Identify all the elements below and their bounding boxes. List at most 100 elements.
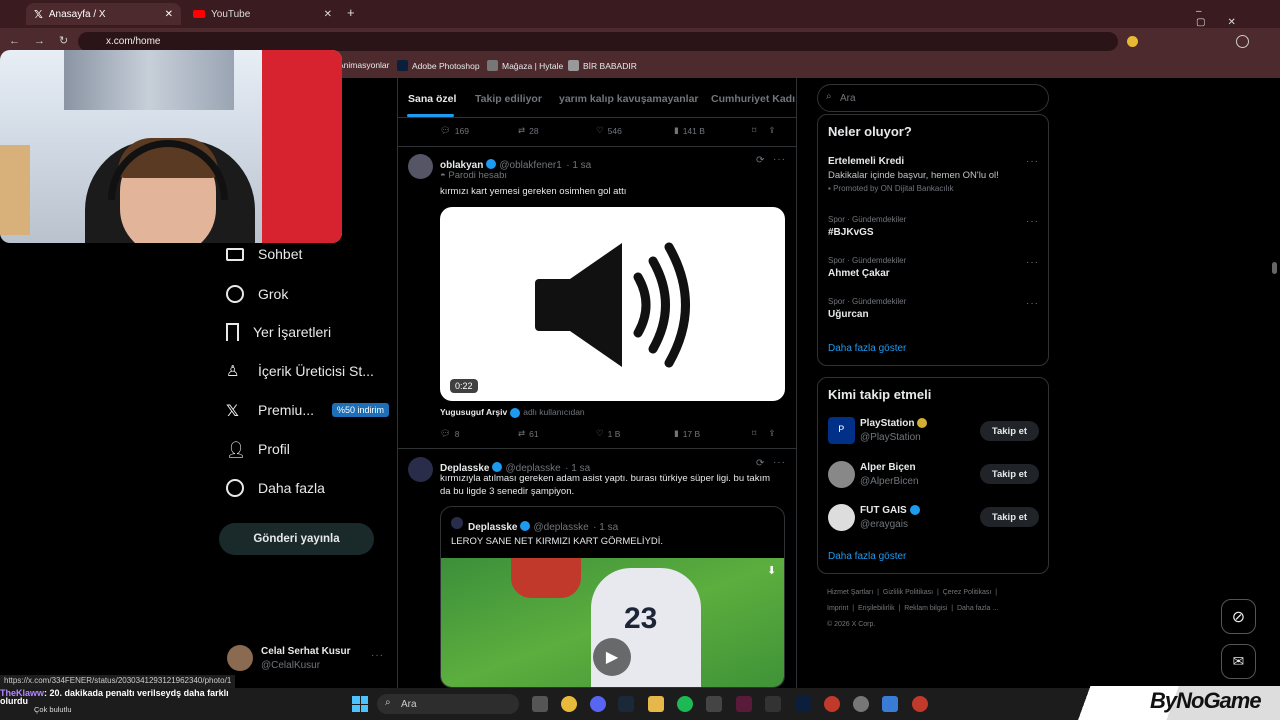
nav-grok[interactable]: Grok <box>226 285 288 303</box>
account-name[interactable]: Celal Serhat Kusur <box>261 646 350 657</box>
grok-icon[interactable]: ⟳ <box>756 458 765 469</box>
footer-link[interactable]: Imprint <box>827 605 848 612</box>
tab-list[interactable]: yarım kalıp kavuşamayanlar <box>559 93 699 105</box>
footer-link[interactable]: Reklam bilgisi <box>904 605 947 612</box>
video-thumbnail[interactable]: 23 ▶ ⬇ <box>441 558 784 687</box>
grok-icon[interactable]: ⟳ <box>756 155 765 166</box>
follow-suggestion[interactable]: Alper Biçen @AlperBicen <box>860 462 919 487</box>
like-button[interactable]: ♡ 1 B <box>596 428 674 439</box>
bookmark-animasyonlar[interactable]: Animasyonlar <box>338 60 390 70</box>
bookmark-hytale[interactable]: Mağaza | Hytale <box>487 60 563 71</box>
views-button[interactable]: ▮ 141 B <box>674 125 752 136</box>
share-icon[interactable]: ⇪ <box>768 428 775 439</box>
avatar[interactable] <box>227 645 253 671</box>
avatar[interactable] <box>828 461 855 488</box>
steam-icon[interactable] <box>618 696 634 712</box>
avatar[interactable] <box>408 154 433 179</box>
follow-button[interactable]: Takip et <box>980 464 1039 484</box>
tab-following[interactable]: Takip ediliyor <box>475 93 542 105</box>
reply-button[interactable]: 💬︎ 8 <box>440 428 518 439</box>
folder-icon[interactable] <box>648 696 664 712</box>
avatar[interactable] <box>408 457 433 482</box>
opera-icon[interactable] <box>912 696 928 712</box>
follow-button[interactable]: Takip et <box>980 421 1039 441</box>
close-icon[interactable]: ✕ <box>165 9 173 20</box>
task-view-icon[interactable] <box>532 696 548 712</box>
trend-more-icon[interactable]: ··· <box>1026 298 1039 309</box>
repost-button[interactable]: ⇄ 61 <box>518 428 596 439</box>
source-user[interactable]: Yugusuguf Arşiv <box>440 407 507 417</box>
trend-more-icon[interactable]: ··· <box>1026 156 1039 167</box>
trend-item[interactable]: Spor · Gündemdekiler Ahmet Çakar <box>828 256 906 279</box>
new-tab-button[interactable]: + <box>347 5 355 20</box>
nav-buttons[interactable]: ←→↻ <box>9 34 82 47</box>
views-button[interactable]: ▮ 17 B <box>674 428 752 439</box>
record-icon[interactable] <box>824 696 840 712</box>
chrome-icon[interactable] <box>561 696 577 712</box>
reply-button[interactable]: 💬︎ 169 <box>440 125 518 136</box>
grok-float-button[interactable]: ⊘ <box>1221 599 1256 634</box>
repost-button[interactable]: ⇄ 28 <box>518 125 596 136</box>
app-icon[interactable] <box>736 696 752 712</box>
scrollbar-thumb[interactable] <box>1272 262 1277 274</box>
avatar[interactable] <box>828 504 855 531</box>
show-more-follow[interactable]: Daha fazla göster <box>828 551 906 562</box>
trend-more-icon[interactable]: ··· <box>1026 257 1039 268</box>
windows-start-icon[interactable] <box>352 696 368 712</box>
app-icon[interactable] <box>882 696 898 712</box>
bookmark-photoshop[interactable]: Adobe Photoshop <box>397 60 480 71</box>
show-more-trends[interactable]: Daha fazla göster <box>828 343 906 354</box>
share-icon[interactable]: ⇪ <box>768 125 775 136</box>
trend-item[interactable]: Ertelemeli Kredi Dakikalar içinde başvur… <box>828 156 999 193</box>
footer-link[interactable]: Daha fazla ... <box>957 605 998 612</box>
trend-item[interactable]: Spor · Gündemdekiler #BJKvGS <box>828 215 906 238</box>
bookmark-icon[interactable]: ⌑ <box>752 125 756 136</box>
follow-button[interactable]: Takip et <box>980 507 1039 527</box>
video-player[interactable]: 0:22 <box>440 207 785 401</box>
extension-icon[interactable] <box>1127 36 1138 47</box>
footer-link[interactable]: Hizmet Şartları <box>827 589 873 596</box>
nav-profile[interactable]: 👤︎ Profil <box>226 440 290 459</box>
bookmark-bir-babadir[interactable]: BİR BABADIR <box>568 60 637 71</box>
post-more-icon[interactable]: ··· <box>773 154 786 165</box>
epic-games-icon[interactable] <box>765 696 781 712</box>
tab-cumhuriyet[interactable]: Cumhuriyet Kadın <box>711 93 795 105</box>
trend-more-icon[interactable]: ··· <box>1026 216 1039 227</box>
play-icon[interactable]: ▶ <box>593 638 631 676</box>
url-bar[interactable]: x.com/home <box>78 32 1118 51</box>
nav-premium[interactable]: 𝕏 Premiu... %50 indirim <box>226 401 390 420</box>
trend-item[interactable]: Spor · Gündemdekiler Uğurcan <box>828 297 906 320</box>
taskbar-search[interactable]: ⌕ Ara <box>377 694 519 714</box>
follow-suggestion[interactable]: FUT GAIS @eraygais <box>860 505 923 530</box>
close-icon[interactable]: ✕ <box>324 9 332 20</box>
bookmark-icon[interactable]: ⌑ <box>752 428 756 439</box>
verified-icon <box>520 520 531 531</box>
nav-sohbet[interactable]: Sohbet <box>226 246 302 262</box>
messages-float-button[interactable]: ✉ <box>1221 644 1256 679</box>
tab-x-home[interactable]: 𝕏 Anasayfa / X ✕ <box>26 3 181 25</box>
photoshop-icon[interactable] <box>795 696 811 712</box>
window-controls[interactable]: –▢✕ <box>1196 6 1280 28</box>
account-more-icon[interactable]: ··· <box>371 650 384 661</box>
discord-icon[interactable] <box>590 696 606 712</box>
like-button[interactable]: ♡ 546 <box>596 125 674 136</box>
profile-icon[interactable] <box>1236 35 1249 48</box>
playstation-icon[interactable]: ᴾ <box>828 417 855 444</box>
nav-creator-studio[interactable]: ♙ İçerik Üreticisi St... <box>226 362 374 380</box>
footer-link[interactable]: Erişilebilirlik <box>858 605 895 612</box>
search-input[interactable]: ⌕ Ara <box>817 84 1049 112</box>
post-button[interactable]: Gönderi yayınla <box>219 523 374 555</box>
download-icon[interactable]: ⬇ <box>767 564 776 577</box>
footer-link[interactable]: Gizlilik Politikası <box>883 589 933 596</box>
post-more-icon[interactable]: ··· <box>773 457 786 468</box>
obs-icon[interactable] <box>853 696 869 712</box>
quote-tweet[interactable]: Deplasske @deplasske · 1 sa LEROY SANE NE… <box>440 506 785 688</box>
footer-link[interactable]: Çerez Politikası <box>943 589 992 596</box>
tab-for-you[interactable]: Sana özel <box>408 93 456 105</box>
nav-bookmarks[interactable]: Yer İşaretleri <box>226 323 331 341</box>
nav-more[interactable]: Daha fazla <box>226 479 325 497</box>
follow-suggestion[interactable]: PlayStation @PlayStation <box>860 418 930 443</box>
capcut-icon[interactable] <box>706 696 722 712</box>
spotify-icon[interactable] <box>677 696 693 712</box>
tab-youtube[interactable]: YouTube ✕ <box>185 3 340 25</box>
